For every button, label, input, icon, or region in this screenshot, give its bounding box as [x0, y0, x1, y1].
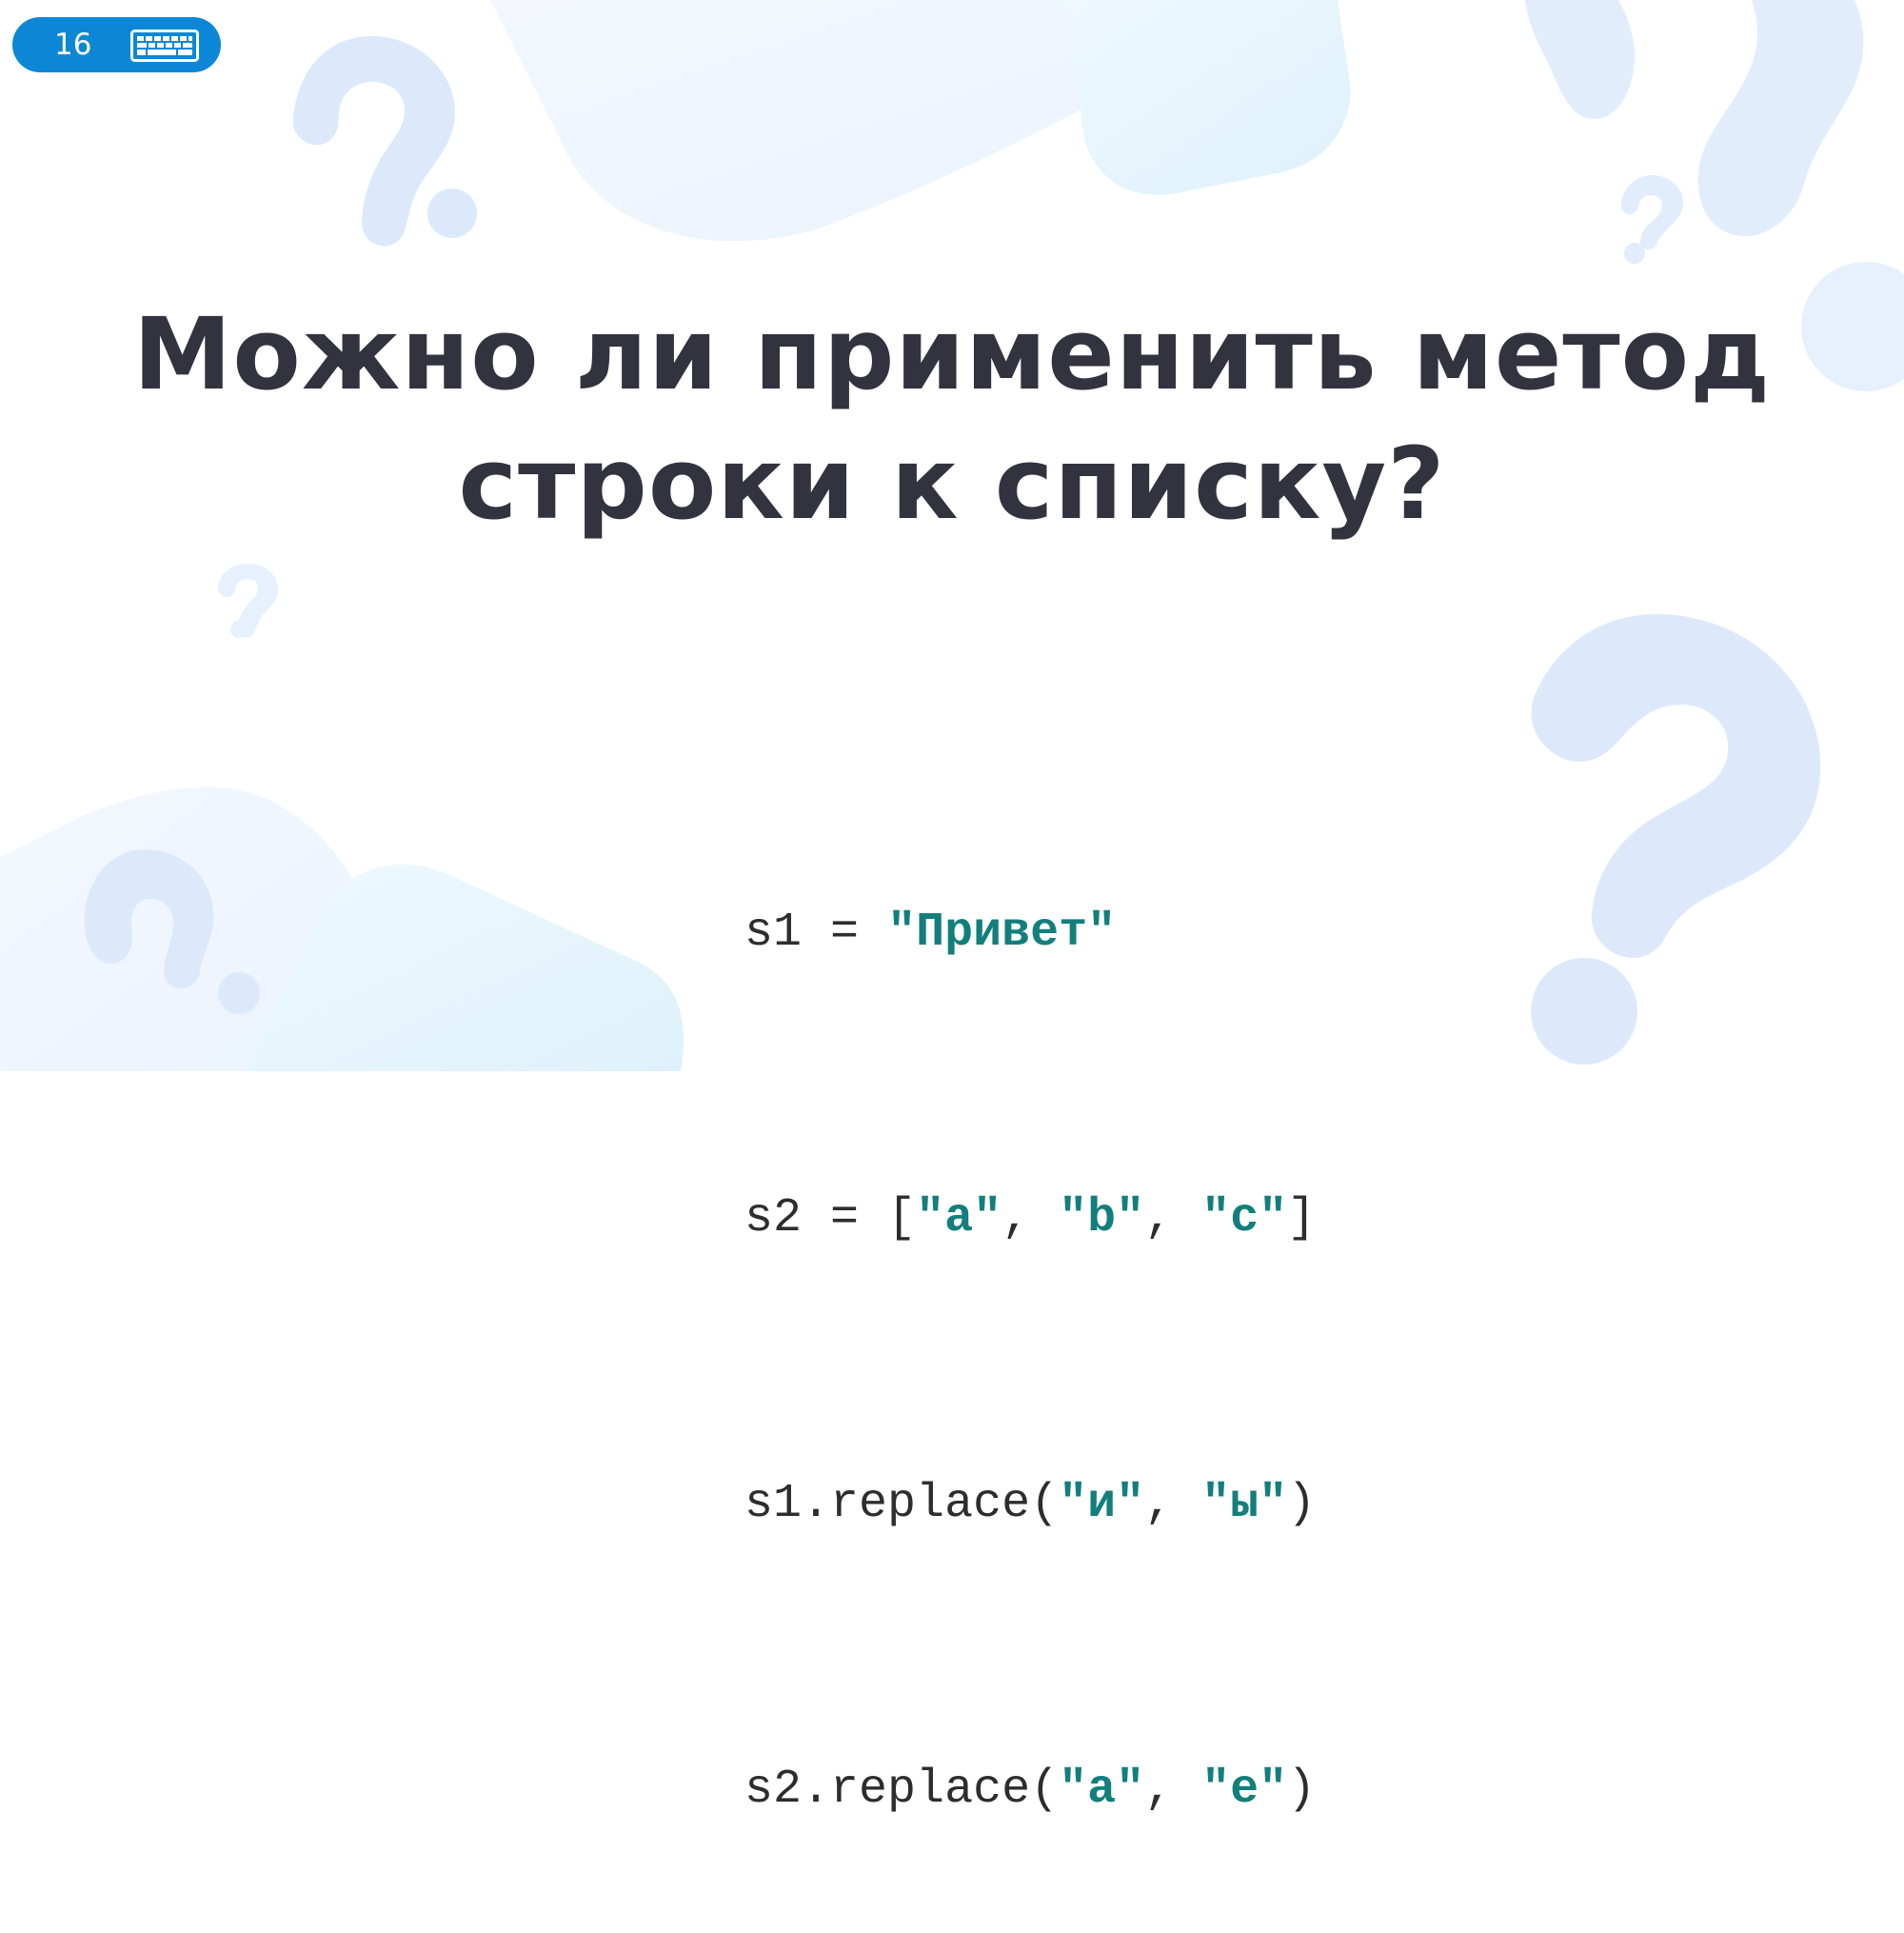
background-shape-top-right — [1064, 0, 1351, 195]
code-string: "b" — [1059, 1191, 1145, 1245]
code-string: "e" — [1201, 1763, 1288, 1817]
code-line-1: s1 = "Привет" — [630, 790, 1316, 960]
code-text: s2 = [ — [744, 1191, 917, 1245]
keyboard-icon — [130, 30, 199, 62]
slide-number-badge: 16 — [12, 17, 221, 72]
code-string: "ы" — [1201, 1477, 1288, 1531]
code-string: "a" — [916, 1191, 1002, 1245]
slide-title-line-2: строки к списку? — [458, 426, 1446, 542]
code-string: "c" — [1201, 1191, 1288, 1245]
slide-number: 16 — [54, 28, 92, 62]
question-mark-icon-small-right — [1620, 175, 1683, 264]
code-text: , — [1144, 1763, 1202, 1817]
question-mark-icon-large-left — [292, 36, 477, 247]
code-line-4: s2.replace("a", "e") — [630, 1647, 1316, 1817]
code-example: s1 = "Привет" s2 = ["a", "b", "c"] s1.re… — [630, 600, 1316, 1838]
code-text: ) — [1287, 1763, 1317, 1817]
code-line-3: s1.replace("и", "ы") — [630, 1362, 1316, 1531]
slide-title: Можно ли применить метод строки к списку… — [0, 289, 1904, 548]
slide-title-line-1: Можно ли применить метод — [132, 296, 1772, 412]
question-mark-icon-top-right-large — [1525, 0, 1864, 237]
code-text: ] — [1287, 1191, 1317, 1245]
question-mark-icon-small-left — [217, 564, 278, 638]
code-string: "и" — [1059, 1477, 1145, 1531]
code-string: "a" — [1059, 1763, 1145, 1817]
code-text: , — [1144, 1191, 1202, 1245]
code-text: ) — [1287, 1477, 1317, 1531]
code-text: , — [1002, 1191, 1060, 1245]
code-line-2: s2 = ["a", "b", "c"] — [630, 1076, 1316, 1245]
code-text: s1.replace( — [744, 1477, 1060, 1531]
question-mark-icon-large-right — [1531, 614, 1821, 1065]
code-text: s2.replace( — [744, 1763, 1060, 1817]
code-string: "Привет" — [887, 906, 1117, 960]
code-text: , — [1144, 1477, 1202, 1531]
code-text: s1 = — [744, 906, 888, 960]
